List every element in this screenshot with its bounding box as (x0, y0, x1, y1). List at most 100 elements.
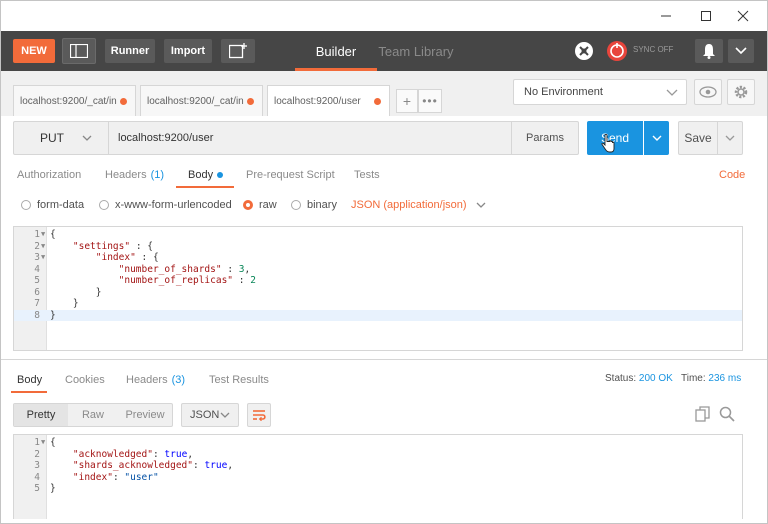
new-button[interactable]: NEW (13, 39, 55, 63)
code-text: } (50, 483, 56, 494)
sync-status-button[interactable] (605, 39, 629, 63)
line-number: 4 (34, 263, 40, 275)
radio-binary[interactable]: binary (291, 198, 337, 212)
settings-menu-button[interactable] (728, 39, 754, 63)
tab-headers[interactable]: Headers (1) (105, 162, 164, 188)
code-text: { (50, 437, 56, 448)
url-input[interactable]: localhost:9200/user (109, 121, 512, 155)
gear-icon (734, 85, 748, 99)
save-options-button[interactable] (717, 121, 743, 155)
request-tab-active[interactable]: localhost:9200/user (267, 85, 390, 116)
method-select-value: PUT (40, 131, 64, 145)
toggle-sidebar-button[interactable] (62, 38, 96, 64)
bell-icon (703, 44, 715, 59)
tab-builder[interactable]: Builder (295, 31, 377, 71)
send-options-button[interactable] (644, 121, 669, 155)
line-number: 1 (34, 437, 40, 448)
notifications-button[interactable] (695, 39, 723, 63)
status-value: 200 OK (638, 373, 673, 384)
response-tab-cookies[interactable]: Cookies (65, 369, 105, 391)
method-select[interactable]: PUT (13, 121, 109, 155)
tab-tests[interactable]: Tests (354, 162, 380, 188)
response-tab-test-results-label: Test Results (209, 374, 269, 386)
line-number: 5 (34, 275, 40, 286)
interceptor-button[interactable] (572, 39, 596, 63)
response-tab-body[interactable]: Body (17, 369, 42, 391)
hand-cursor-icon (601, 134, 615, 153)
line-number: 3 (34, 460, 40, 471)
environment-quick-look-button[interactable] (694, 79, 722, 105)
chevron-down-icon (476, 202, 486, 208)
fold-arrow-icon[interactable]: ▼ (41, 241, 45, 253)
response-view-mode-group: Pretty Raw Preview (13, 403, 173, 427)
minimize-button[interactable] (646, 1, 686, 31)
tab-tests-label: Tests (354, 169, 380, 181)
tab-options-button[interactable]: ••• (418, 89, 442, 113)
sidebar-layout-icon (70, 44, 88, 58)
response-headers-count: (3) (171, 374, 186, 386)
line-number: 1 (34, 229, 40, 240)
environment-select[interactable]: No Environment (513, 79, 687, 105)
maximize-button[interactable] (686, 1, 726, 31)
code-text: "number_of_replicas" : 2 (118, 275, 256, 286)
sync-off-icon (607, 41, 627, 61)
tab-team-library[interactable]: Team Library (377, 31, 455, 71)
request-tab[interactable]: localhost:9200/_cat/in (13, 85, 136, 116)
fold-arrow-icon[interactable]: ▼ (41, 437, 45, 449)
unsaved-dot-icon (120, 98, 127, 105)
response-language-select[interactable]: JSON (181, 403, 239, 427)
tab-authorization-label: Authorization (17, 169, 82, 181)
response-tab-cookies-label: Cookies (65, 374, 105, 386)
code-text: "acknowledged": true, (72, 448, 194, 460)
search-response-button[interactable] (719, 406, 735, 422)
wrap-lines-button[interactable] (247, 403, 271, 427)
radio-selected-icon (243, 200, 253, 210)
add-tab-button[interactable]: + (396, 89, 418, 113)
request-tab[interactable]: localhost:9200/_cat/in (140, 85, 263, 116)
radio-urlencoded[interactable]: x-www-form-urlencoded (99, 198, 232, 212)
response-body-viewer[interactable]: 1 ▼{2 "acknowledged": true, 3 "shards_ackn… (13, 434, 743, 519)
request-tab-label: localhost:9200/_cat/in (20, 95, 117, 107)
tab-body[interactable]: Body (188, 162, 224, 188)
tab-authorization[interactable]: Authorization (17, 162, 81, 188)
radio-icon (291, 200, 301, 210)
request-tab-label: localhost:9200/user (274, 95, 361, 107)
line-number: 7 (34, 298, 40, 309)
sync-status-label: SYNC OFF (633, 45, 674, 54)
view-mode-preview[interactable]: Preview (118, 404, 172, 426)
request-body-editor[interactable]: 1 ▼{2 ▼ "settings" : {3 ▼ "index" : {4 "num… (13, 226, 743, 351)
close-button[interactable] (723, 1, 763, 31)
body-format-select[interactable]: JSON (application/json) (351, 198, 486, 212)
radio-form-data[interactable]: form-data (21, 198, 84, 212)
runner-button[interactable]: Runner (105, 39, 155, 63)
time-label: Time: (681, 373, 706, 384)
title-bar (1, 1, 767, 31)
response-tab-test-results[interactable]: Test Results (209, 369, 269, 391)
chevron-down-icon (735, 47, 747, 55)
fold-arrow-icon[interactable]: ▼ (41, 252, 45, 264)
code-link[interactable]: Code (719, 169, 745, 181)
response-tab-headers[interactable]: Headers (3) (126, 369, 185, 391)
manage-environments-button[interactable] (727, 79, 755, 105)
view-mode-raw[interactable]: Raw (68, 404, 118, 426)
code-text: { (50, 229, 56, 240)
request-body-line: 3 ▼ "index" : { (14, 252, 742, 264)
tab-pre-request-script[interactable]: Pre-request Script (246, 162, 335, 188)
unsaved-dot-icon (247, 98, 254, 105)
chevron-down-icon (82, 135, 92, 141)
radio-raw[interactable]: raw (243, 198, 277, 212)
params-button[interactable]: Params (511, 121, 579, 155)
response-body-line: 4 "index": "user" (14, 472, 742, 484)
radio-raw-label: raw (259, 199, 277, 211)
new-tab-window-button[interactable] (221, 39, 255, 63)
view-mode-pretty[interactable]: Pretty (14, 404, 68, 426)
time-value: 236 ms (708, 373, 742, 384)
line-number: 3 (34, 252, 40, 263)
send-button[interactable]: Send (587, 121, 643, 155)
tab-pre-request-label: Pre-request Script (246, 169, 335, 181)
request-body-line: 1 ▼ { (14, 229, 742, 241)
import-button[interactable]: Import (164, 39, 212, 63)
save-button[interactable]: Save (678, 121, 718, 155)
copy-response-button[interactable] (695, 406, 711, 422)
fold-arrow-icon[interactable]: ▼ (41, 229, 45, 241)
